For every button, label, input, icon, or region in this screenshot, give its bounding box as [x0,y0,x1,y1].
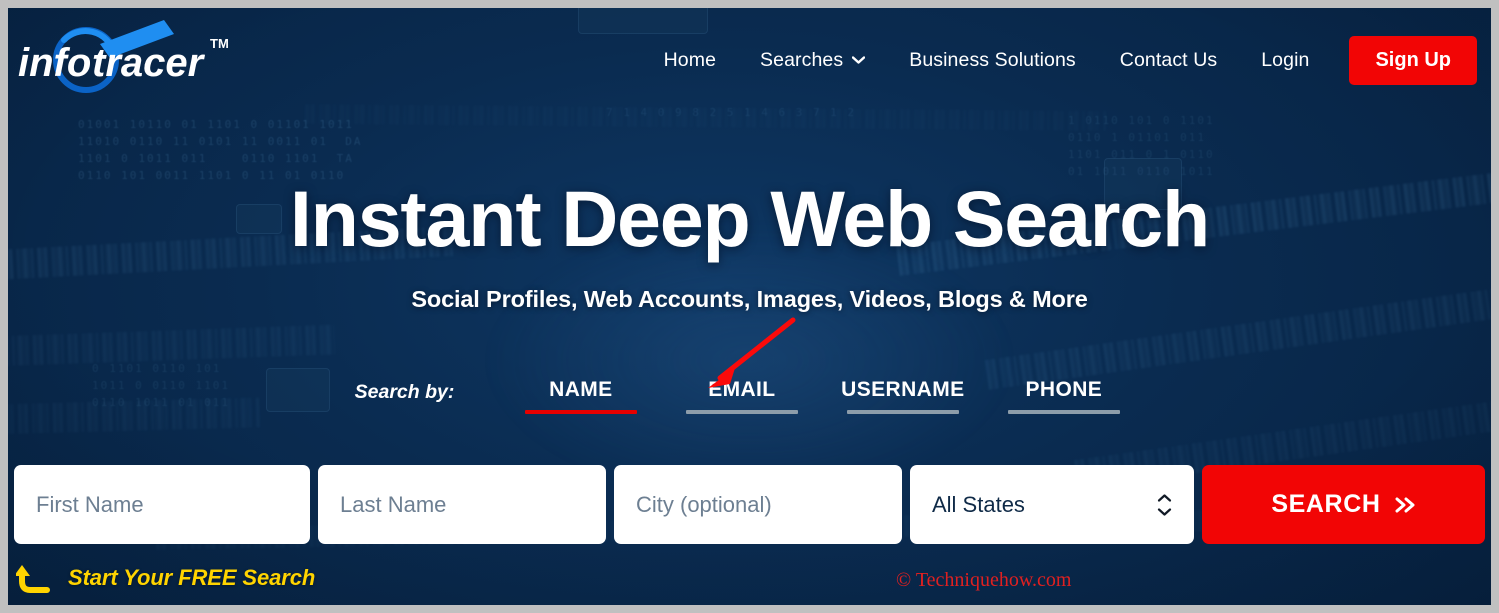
tab-label-email: EMAIL [708,378,776,401]
page-title: Instant Deep Web Search [289,174,1210,263]
tab-label-phone: PHONE [1025,378,1103,401]
logo-text-info: info [18,41,91,85]
tab-underline-name [524,410,637,414]
state-select[interactable]: All States [910,465,1194,544]
nav-item-searches[interactable]: Searches [738,39,887,82]
curved-up-arrow-icon [16,565,50,593]
nav-label-business-solutions: Business Solutions [909,48,1076,71]
tab-label-name: NAME [549,378,613,401]
search-button[interactable]: SEARCH [1201,465,1485,544]
free-search-annotation: Start Your FREE Search [16,560,315,596]
nav-label-searches: Searches [760,48,844,71]
stepper-updown-icon [1157,493,1172,516]
last-name-input[interactable] [318,465,606,544]
signup-button[interactable]: Sign Up [1349,35,1477,85]
page-root: 01001 10110 01 1101 0 01101 1011 11010 0… [8,8,1491,605]
logo-text-tracer: tracer [92,41,206,85]
tab-phone[interactable]: PHONE [983,378,1144,414]
tab-underline-email [685,410,798,414]
nav-item-business-solutions[interactable]: Business Solutions [887,39,1098,82]
nav-label-home: Home [663,48,717,71]
nav-item-login[interactable]: Login [1239,39,1331,82]
tab-name[interactable]: NAME [500,378,661,414]
nav-item-home[interactable]: Home [642,39,738,82]
nav-item-contact-us[interactable]: Contact Us [1098,39,1239,82]
search-by-label: Search by: [354,381,455,403]
search-form: All States SEARCH [8,465,1491,544]
double-chevron-right-icon [1395,497,1415,512]
logo-wordmark: info tracer TM [18,36,229,85]
main-navigation: Home Searches Business Solutions Contact… [642,35,1491,85]
search-type-tabs: NAME EMAIL USERNAME PHONE [500,378,1144,414]
first-name-input[interactable] [14,465,310,544]
tab-username[interactable]: USERNAME [822,378,983,414]
search-button-label: SEARCH [1271,490,1381,518]
tab-label-username: USERNAME [841,378,965,401]
nav-label-contact-us: Contact Us [1119,48,1218,71]
site-header: info tracer TM Home Searches Business So… [8,8,1491,112]
city-input[interactable] [614,465,902,544]
logo[interactable]: info tracer TM [14,12,244,108]
search-by-row: Search by: NAME EMAIL USERNAME PHONE [8,378,1491,414]
chevron-down-icon [852,56,866,64]
page-subtitle: Social Profiles, Web Accounts, Images, V… [411,286,1088,312]
tab-underline-phone [1007,410,1120,414]
watermark: © Techniquehow.com [896,569,1072,591]
state-select-value: All States [932,491,1025,517]
tab-underline-username [846,410,959,414]
nav-label-login: Login [1261,48,1310,71]
tab-email[interactable]: EMAIL [661,378,822,414]
free-search-label: Start Your FREE Search [68,565,316,590]
logo-text-tm: TM [210,36,229,51]
